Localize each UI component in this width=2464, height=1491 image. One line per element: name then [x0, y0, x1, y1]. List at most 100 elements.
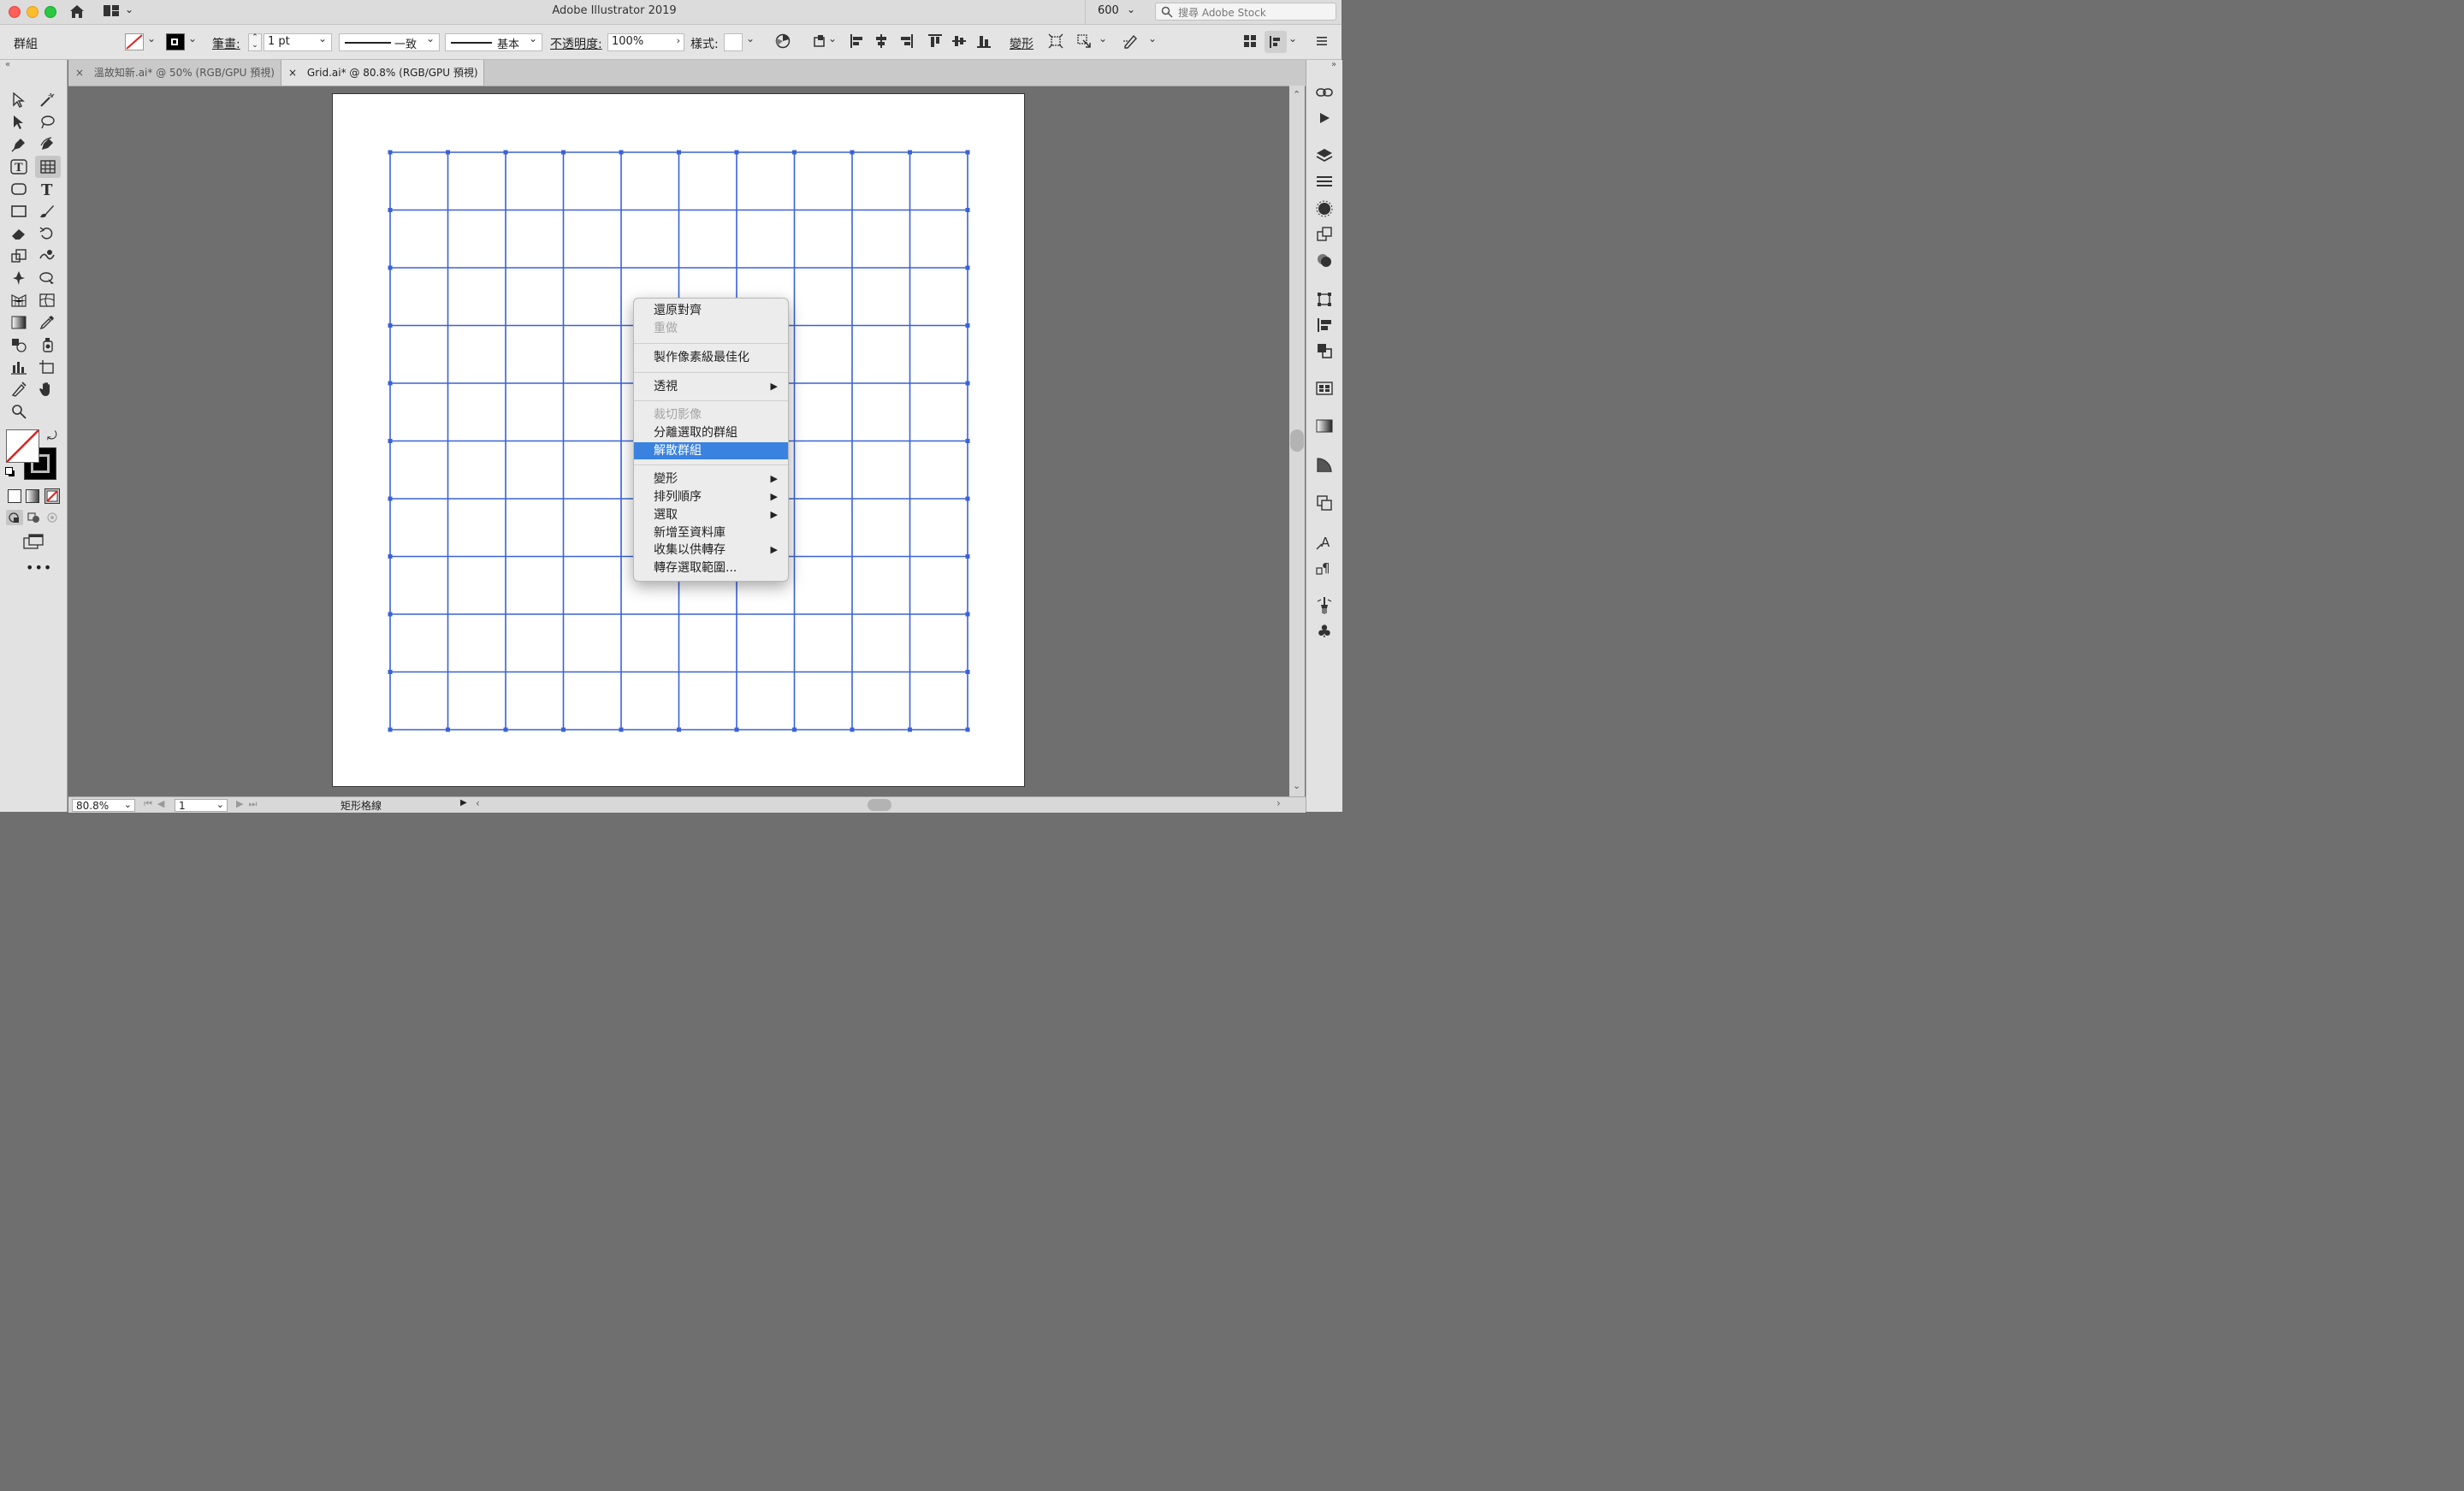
anchor-point[interactable]	[388, 439, 393, 443]
transparency-icon[interactable]	[1314, 455, 1335, 476]
graphic-styles-icon[interactable]	[1314, 250, 1335, 270]
symbols-club-icon[interactable]: ♣	[1314, 621, 1335, 642]
anchor-point[interactable]	[561, 727, 566, 732]
chevron-down-icon: ⌄	[123, 799, 132, 810]
anchor-point[interactable]	[965, 265, 970, 270]
anchor-point[interactable]	[850, 150, 855, 155]
anchor-point[interactable]	[965, 670, 970, 674]
context-menu-item[interactable]: 製作像素級最佳化	[634, 349, 788, 366]
scroll-up-arrow-icon[interactable]: ⌃	[1293, 89, 1300, 100]
submenu-arrow-icon: ▶	[770, 544, 778, 555]
anchor-point[interactable]	[734, 150, 739, 155]
anchor-point[interactable]	[965, 381, 970, 386]
layers-icon[interactable]	[1314, 145, 1335, 166]
anchor-point[interactable]	[446, 727, 450, 732]
scroll-left-arrow-icon[interactable]: ‹	[476, 797, 480, 809]
anchor-point[interactable]	[503, 150, 508, 155]
context-menu-item[interactable]: 新增至資料庫	[634, 524, 788, 541]
menu-item-label: 收集以供轉存	[654, 543, 726, 557]
menu-item-label: 還原對齊	[654, 304, 702, 317]
anchor-point[interactable]	[388, 670, 393, 674]
status-menu-arrow-icon[interactable]: ▶	[460, 798, 467, 808]
anchor-point[interactable]	[850, 727, 855, 732]
anchor-point[interactable]	[677, 150, 681, 155]
actions-play-icon[interactable]	[1314, 108, 1335, 128]
submenu-arrow-icon: ▶	[770, 491, 778, 502]
vertical-scroll-thumb[interactable]	[1290, 429, 1304, 452]
menu-item-label: 變形	[654, 472, 678, 486]
anchor-point[interactable]	[388, 496, 393, 501]
context-menu: 還原對齊 重做 製作像素級最佳化 透視 ▶ 裁切影像 分離選取的群組 解散群組 變形 ▶ 排列順序 ▶…	[633, 298, 789, 582]
swatches-icon[interactable]	[1314, 378, 1335, 399]
anchor-point[interactable]	[619, 727, 624, 732]
anchor-point[interactable]	[446, 150, 450, 155]
svg-text:¶: ¶	[1322, 560, 1330, 576]
anchor-point[interactable]	[908, 727, 912, 732]
anchor-point[interactable]	[619, 150, 624, 155]
anchor-point[interactable]	[561, 150, 566, 155]
anchor-point[interactable]	[965, 554, 970, 559]
anchor-point[interactable]	[965, 323, 970, 328]
anchor-point[interactable]	[388, 727, 393, 732]
pathfinder-icon[interactable]	[1314, 340, 1335, 361]
anchor-point[interactable]	[388, 150, 393, 155]
menu-item-label: 新增至資料庫	[654, 526, 726, 540]
appearance-icon[interactable]	[1314, 198, 1335, 219]
anchor-point[interactable]	[388, 554, 393, 559]
context-menu-item[interactable]: 轉存選取範圍...	[634, 559, 788, 577]
context-menu-item[interactable]: 變形 ▶	[634, 470, 788, 488]
menu-separator	[634, 400, 788, 401]
anchor-point[interactable]	[792, 727, 797, 732]
anchor-point[interactable]	[965, 150, 970, 155]
panel-dock: » A ¶ ♣	[1306, 60, 1342, 812]
scroll-down-arrow-icon[interactable]: ⌄	[1293, 780, 1300, 791]
anchor-point[interactable]	[965, 208, 970, 212]
context-menu-item: 重做	[634, 320, 788, 337]
anchor-point[interactable]	[503, 727, 508, 732]
anchor-point[interactable]	[388, 612, 393, 617]
anchor-point[interactable]	[965, 612, 970, 617]
submenu-arrow-icon: ▶	[770, 509, 778, 520]
gradient-panel-icon[interactable]	[1314, 416, 1335, 436]
anchor-point[interactable]	[792, 150, 797, 155]
submenu-arrow-icon: ▶	[770, 473, 778, 484]
artboards-panel-icon[interactable]	[1314, 493, 1335, 513]
anchor-point[interactable]	[734, 727, 739, 732]
links-icon[interactable]	[1314, 82, 1335, 103]
anchor-point[interactable]	[388, 381, 393, 386]
artboard-number-field[interactable]: 1 ⌄	[175, 799, 228, 812]
anchor-point[interactable]	[677, 727, 681, 732]
artboard-nav-next-icon[interactable]: ▶⏭	[236, 798, 262, 810]
context-menu-item[interactable]: 透視 ▶	[634, 378, 788, 395]
anchor-point[interactable]	[388, 323, 393, 328]
anchor-point[interactable]	[965, 727, 970, 732]
collapse-panel-icon[interactable]: »	[1331, 60, 1336, 69]
context-menu-item[interactable]: 排列順序 ▶	[634, 488, 788, 506]
scroll-right-arrow-icon[interactable]: ›	[1276, 797, 1281, 809]
anchor-point[interactable]	[388, 208, 393, 212]
symbols-icon[interactable]	[1314, 224, 1335, 245]
context-menu-item[interactable]: 還原對齊	[634, 302, 788, 319]
vertical-scrollbar[interactable]: ⌃ ⌄	[1289, 86, 1305, 796]
anchor-point[interactable]	[388, 265, 393, 270]
brushes-icon[interactable]	[1314, 595, 1335, 616]
artboard-nav-prev-icon[interactable]: ⏮◀	[144, 798, 169, 810]
menu-item-label: 分離選取的群組	[654, 426, 737, 440]
properties-menu-icon[interactable]	[1314, 171, 1335, 192]
status-bar: 80.8% ⌄ ⏮◀ 1 ⌄ ▶⏭ 矩形格線 ▶ ‹ ›	[68, 796, 1306, 813]
transform-panel-icon[interactable]	[1314, 289, 1335, 310]
menu-separator	[634, 464, 788, 465]
context-menu-item[interactable]: 解散群組	[634, 442, 788, 459]
context-menu-item[interactable]: 收集以供轉存 ▶	[634, 541, 788, 559]
context-menu-item[interactable]: 選取 ▶	[634, 506, 788, 524]
zoom-level-field[interactable]: 80.8% ⌄	[72, 799, 135, 812]
align-panel-icon[interactable]	[1314, 315, 1335, 335]
anchor-point[interactable]	[965, 496, 970, 501]
horizontal-scroll-thumb[interactable]	[868, 799, 891, 811]
anchor-point[interactable]	[965, 439, 970, 443]
context-menu-item[interactable]: 分離選取的群組	[634, 424, 788, 441]
anchor-point[interactable]	[908, 150, 912, 155]
character-styles-icon[interactable]: A	[1314, 532, 1335, 553]
submenu-arrow-icon: ▶	[770, 381, 778, 392]
paragraph-styles-icon[interactable]: ¶	[1314, 558, 1335, 578]
